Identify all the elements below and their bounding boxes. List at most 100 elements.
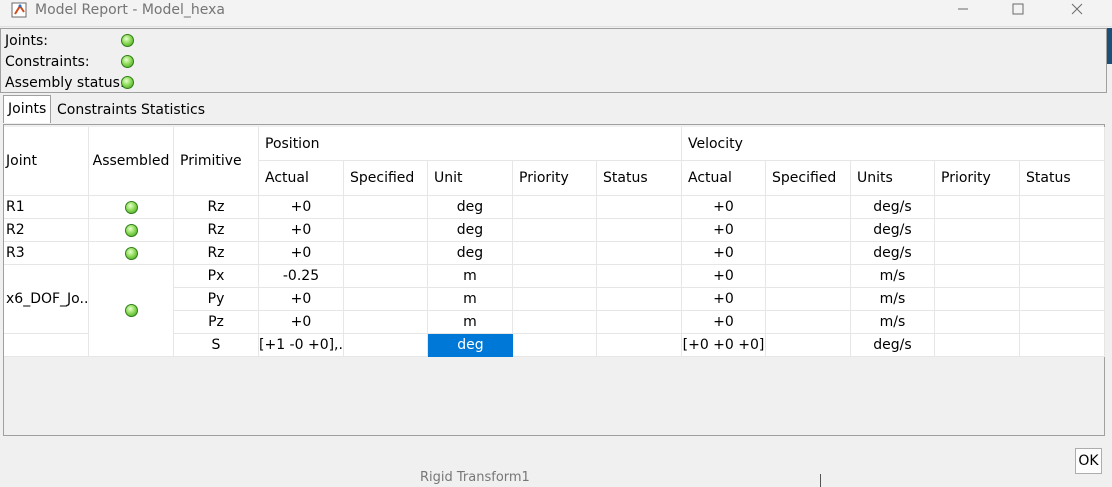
position-specified-cell[interactable] [344, 242, 428, 265]
velocity-status-cell[interactable] [1020, 265, 1105, 288]
velocity-status-cell[interactable] [1020, 196, 1105, 219]
velocity-actual-cell[interactable]: +0 [682, 311, 766, 334]
velocity-status-cell[interactable] [1020, 242, 1105, 265]
position-priority-cell[interactable] [513, 196, 597, 219]
primitive-cell[interactable]: Py [174, 288, 259, 311]
velocity-specified-cell[interactable] [766, 334, 851, 357]
position-specified-cell[interactable] [344, 288, 428, 311]
position-actual-cell[interactable]: +0 [259, 196, 344, 219]
position-unit-cell[interactable]: m [428, 288, 513, 311]
position-actual-cell[interactable]: +0 [259, 311, 344, 334]
position-status-cell[interactable] [597, 311, 682, 334]
position-unit-cell[interactable]: deg [428, 242, 513, 265]
position-actual-cell[interactable]: [+1 -0 +0],... [259, 334, 344, 357]
position-specified-cell[interactable] [344, 219, 428, 242]
joint-name-cell[interactable]: R3 [4, 242, 89, 265]
ok-button[interactable]: OK [1075, 448, 1102, 474]
position-actual-cell[interactable]: -0.25 [259, 265, 344, 288]
tab-statistics[interactable]: Statistics [137, 97, 205, 123]
velocity-actual-cell[interactable]: [+0 +0 +0] [682, 334, 766, 357]
velocity-units-cell[interactable]: deg/s [851, 334, 935, 357]
header-assembled[interactable]: Assembled [89, 127, 174, 196]
velocity-priority-cell[interactable] [935, 265, 1020, 288]
minimize-button[interactable] [940, 0, 986, 20]
header-velocity-specified[interactable]: Specified [766, 161, 851, 196]
velocity-actual-cell[interactable]: +0 [682, 242, 766, 265]
joint-name-cell[interactable]: R1 [4, 196, 89, 219]
velocity-actual-cell[interactable]: +0 [682, 288, 766, 311]
primitive-cell[interactable]: Pz [174, 311, 259, 334]
velocity-units-cell[interactable]: m/s [851, 311, 935, 334]
header-primitive[interactable]: Primitive [174, 127, 259, 196]
primitive-cell[interactable]: Rz [174, 196, 259, 219]
velocity-priority-cell[interactable] [935, 334, 1020, 357]
position-priority-cell[interactable] [513, 219, 597, 242]
position-specified-cell[interactable] [344, 311, 428, 334]
velocity-actual-cell[interactable]: +0 [682, 196, 766, 219]
header-position[interactable]: Position [259, 127, 682, 161]
velocity-priority-cell[interactable] [935, 219, 1020, 242]
header-velocity[interactable]: Velocity [682, 127, 1105, 161]
velocity-status-cell[interactable] [1020, 288, 1105, 311]
joint-name-cell[interactable] [4, 334, 89, 357]
header-position-status[interactable]: Status [597, 161, 682, 196]
velocity-specified-cell[interactable] [766, 288, 851, 311]
position-unit-cell[interactable]: deg [428, 219, 513, 242]
position-specified-cell[interactable] [344, 265, 428, 288]
position-specified-cell[interactable] [344, 334, 428, 357]
position-status-cell[interactable] [597, 334, 682, 357]
position-priority-cell[interactable] [513, 288, 597, 311]
position-status-cell[interactable] [597, 288, 682, 311]
velocity-status-cell[interactable] [1020, 334, 1105, 357]
header-velocity-units[interactable]: Units [851, 161, 935, 196]
header-position-unit[interactable]: Unit [428, 161, 513, 196]
header-position-actual[interactable]: Actual [259, 161, 344, 196]
header-position-priority[interactable]: Priority [513, 161, 597, 196]
primitive-cell[interactable]: Rz [174, 242, 259, 265]
position-status-cell[interactable] [597, 196, 682, 219]
position-priority-cell[interactable] [513, 311, 597, 334]
header-joint[interactable]: Joint [4, 127, 89, 196]
position-actual-cell[interactable]: +0 [259, 219, 344, 242]
header-velocity-actual[interactable]: Actual [682, 161, 766, 196]
velocity-units-cell[interactable]: m/s [851, 288, 935, 311]
position-unit-cell[interactable]: deg [428, 196, 513, 219]
position-priority-cell[interactable] [513, 265, 597, 288]
velocity-priority-cell[interactable] [935, 196, 1020, 219]
primitive-cell[interactable]: Rz [174, 219, 259, 242]
position-specified-cell[interactable] [344, 196, 428, 219]
position-actual-cell[interactable]: +0 [259, 242, 344, 265]
position-status-cell[interactable] [597, 265, 682, 288]
primitive-cell[interactable]: S [174, 334, 259, 357]
header-position-specified[interactable]: Specified [344, 161, 428, 196]
maximize-button[interactable] [995, 0, 1041, 20]
tab-constraints[interactable]: Constraints [53, 97, 137, 123]
position-status-cell[interactable] [597, 219, 682, 242]
velocity-priority-cell[interactable] [935, 288, 1020, 311]
velocity-specified-cell[interactable] [766, 242, 851, 265]
header-velocity-status[interactable]: Status [1020, 161, 1105, 196]
joint-name-cell[interactable]: R2 [4, 219, 89, 242]
position-unit-cell[interactable]: m [428, 311, 513, 334]
tab-joints[interactable]: Joints [3, 95, 51, 123]
velocity-units-cell[interactable]: m/s [851, 265, 935, 288]
velocity-status-cell[interactable] [1020, 219, 1105, 242]
position-unit-cell[interactable]: m [428, 265, 513, 288]
velocity-priority-cell[interactable] [935, 242, 1020, 265]
velocity-specified-cell[interactable] [766, 265, 851, 288]
primitive-cell[interactable]: Px [174, 265, 259, 288]
velocity-specified-cell[interactable] [766, 196, 851, 219]
velocity-specified-cell[interactable] [766, 311, 851, 334]
joint-name-cell[interactable]: x6_DOF_Jo... [4, 265, 89, 334]
position-priority-cell[interactable] [513, 242, 597, 265]
velocity-units-cell[interactable]: deg/s [851, 196, 935, 219]
velocity-actual-cell[interactable]: +0 [682, 265, 766, 288]
velocity-actual-cell[interactable]: +0 [682, 219, 766, 242]
position-priority-cell[interactable] [513, 334, 597, 357]
velocity-units-cell[interactable]: deg/s [851, 242, 935, 265]
position-status-cell[interactable] [597, 242, 682, 265]
position-actual-cell[interactable]: +0 [259, 288, 344, 311]
velocity-specified-cell[interactable] [766, 219, 851, 242]
header-velocity-priority[interactable]: Priority [935, 161, 1020, 196]
velocity-priority-cell[interactable] [935, 311, 1020, 334]
